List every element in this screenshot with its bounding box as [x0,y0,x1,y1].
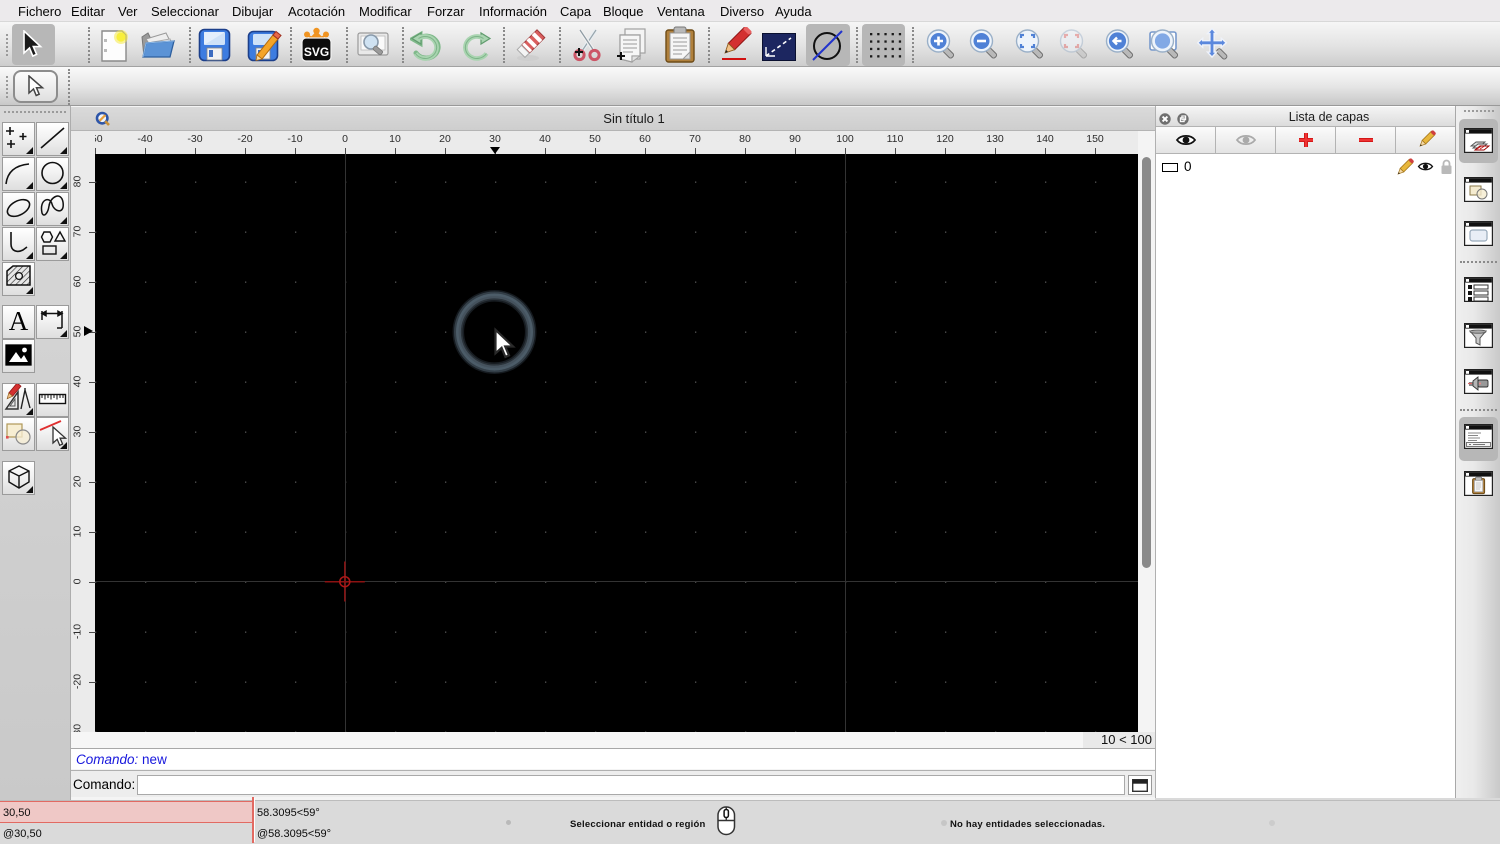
svg-text:SVG: SVG [304,45,329,59]
